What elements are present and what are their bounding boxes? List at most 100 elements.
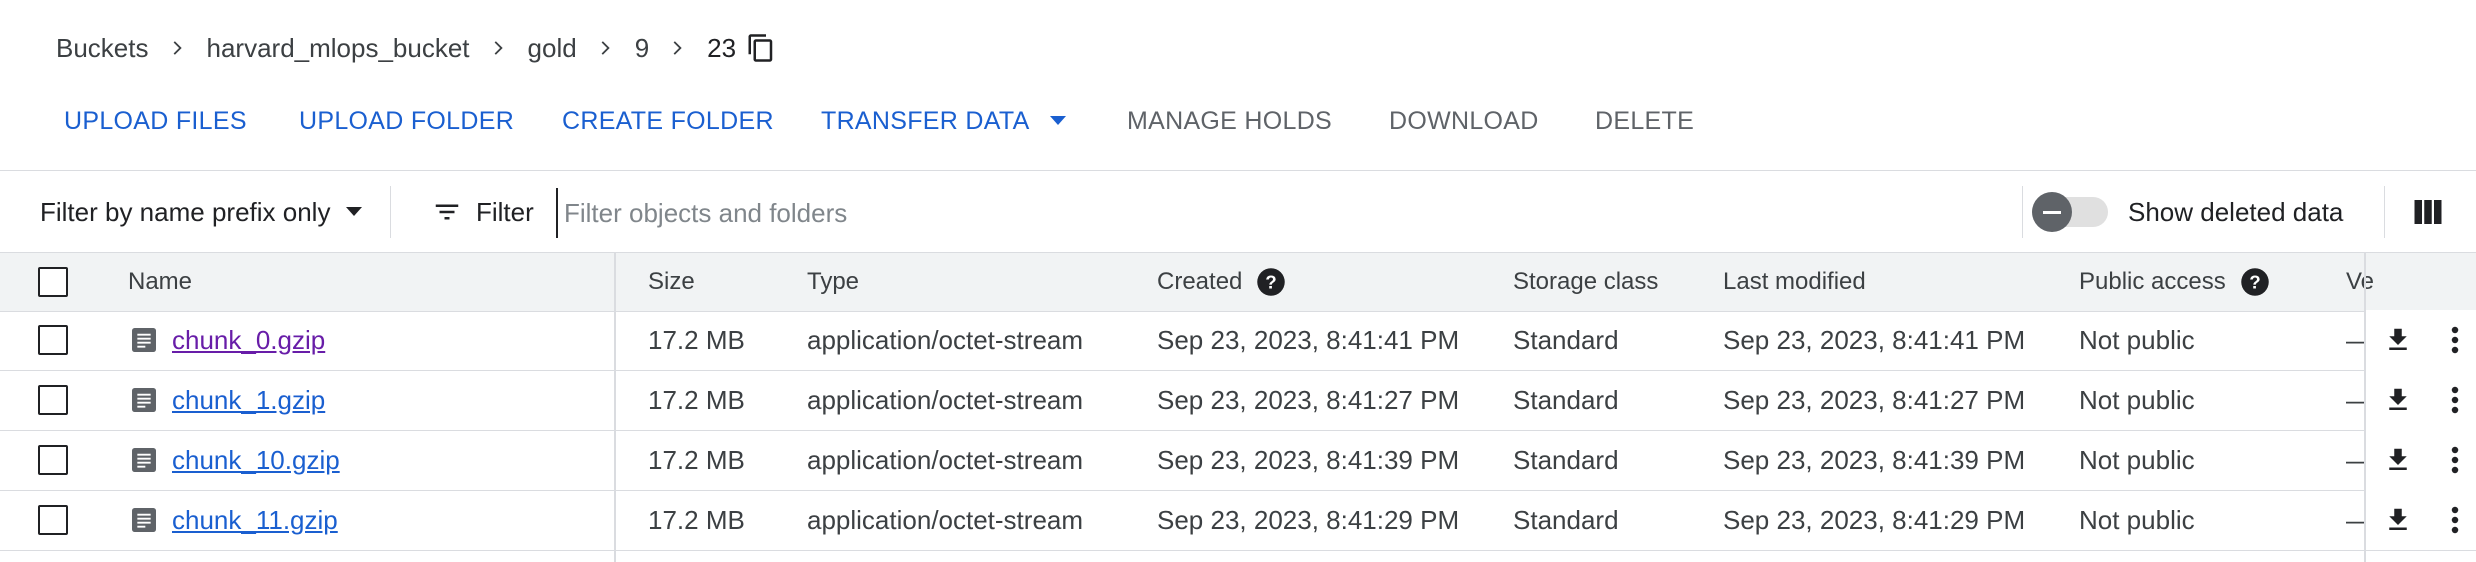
column-header-public-access-label: Public access [2079,268,2226,295]
table-row: chunk_1.gzip 17.2 MB application/octet-s… [0,370,2476,431]
column-header-name[interactable]: Name [128,253,192,311]
toggle-knob [2032,192,2072,232]
row-checkbox[interactable] [38,325,68,355]
column-header-public-access[interactable]: Public access ? [2079,253,2270,311]
view-column-icon[interactable] [2410,194,2446,230]
last-modified-cell: Sep 23, 2023, 8:41:29 PM [1723,504,2026,535]
table-row: chunk_11.gzip 17.2 MB application/octet-… [0,490,2476,551]
file-icon [128,504,160,536]
size-cell: 17.2 MB [648,444,745,475]
file-icon [128,444,160,476]
breadcrumb-folder-9[interactable]: 9 [635,33,649,64]
column-divider[interactable] [614,252,616,562]
more-vert-icon[interactable] [2440,442,2470,478]
column-header-created[interactable]: Created ? [1157,253,1286,311]
arrow-drop-down-icon [1048,115,1068,127]
last-modified-cell: Sep 23, 2023, 8:41:41 PM [1723,324,2026,355]
upload-files-button[interactable]: UPLOAD FILES [64,98,247,144]
filter-label: Filter [476,196,534,227]
type-cell: application/octet-stream [807,504,1084,535]
filter-bar: Filter by name prefix only Filter Show d… [0,172,2476,252]
chevron-right-icon [470,37,528,59]
show-deleted-toggle[interactable]: Show deleted data [2032,172,2344,252]
delete-button[interactable]: DELETE [1595,98,1694,144]
storage-class-cell: Standard [1513,504,1619,535]
column-header-type[interactable]: Type [807,253,859,311]
select-all-checkbox[interactable] [38,267,68,297]
more-vert-icon[interactable] [2440,382,2470,418]
action-toolbar: UPLOAD FILES UPLOAD FOLDER CREATE FOLDER… [0,98,2476,144]
filter-input[interactable] [556,188,1966,238]
divider [390,186,391,238]
table-row: chunk_10.gzip 17.2 MB application/octet-… [0,430,2476,491]
row-checkbox[interactable] [38,385,68,415]
file-name-link[interactable]: chunk_0.gzip [172,325,325,356]
column-header-last-modified[interactable]: Last modified [1723,253,1866,311]
type-cell: application/octet-stream [807,384,1084,415]
divider [0,170,2476,171]
create-folder-button[interactable]: CREATE FOLDER [562,98,774,144]
column-header-version[interactable]: Ve [2346,253,2374,311]
storage-class-cell: Standard [1513,324,1619,355]
download-icon[interactable] [2380,442,2416,478]
name-cell: chunk_11.gzip [128,490,338,550]
file-icon [128,324,160,356]
svg-text:?: ? [1266,271,1277,292]
filter-mode-select[interactable]: Filter by name prefix only [40,172,364,252]
column-header-created-label: Created [1157,268,1243,295]
download-icon[interactable] [2380,322,2416,358]
size-cell: 17.2 MB [648,324,745,355]
arrow-drop-down-icon [344,206,364,218]
filter-button[interactable]: Filter [432,172,534,252]
file-name-link[interactable]: chunk_11.gzip [172,505,338,536]
download-icon[interactable] [2380,382,2416,418]
more-vert-icon[interactable] [2440,502,2470,538]
storage-class-cell: Standard [1513,384,1619,415]
public-access-cell: Not public [2079,324,2195,355]
type-cell: application/octet-stream [807,324,1084,355]
column-header-storage-class[interactable]: Storage class [1513,253,1658,311]
chevron-right-icon [149,37,207,59]
filter-mode-label: Filter by name prefix only [40,196,331,227]
manage-holds-button[interactable]: MANAGE HOLDS [1127,98,1332,144]
last-modified-cell: Sep 23, 2023, 8:41:39 PM [1723,444,2026,475]
transfer-data-button[interactable]: TRANSFER DATA [821,98,1068,144]
toggle-track [2032,192,2108,232]
more-vert-icon[interactable] [2440,322,2470,358]
created-cell: Sep 23, 2023, 8:41:27 PM [1157,384,1460,415]
sticky-column-divider [2364,252,2366,562]
copy-icon[interactable] [746,33,776,63]
row-checkbox[interactable] [38,505,68,535]
size-cell: 17.2 MB [648,504,745,535]
divider [2022,186,2023,238]
created-cell: Sep 23, 2023, 8:41:39 PM [1157,444,1460,475]
breadcrumb-buckets[interactable]: Buckets [56,33,149,64]
public-access-cell: Not public [2079,384,2195,415]
transfer-data-label: TRANSFER DATA [821,106,1030,135]
table-row: chunk_0.gzip 17.2 MB application/octet-s… [0,310,2476,371]
objects-table: Name Size Type Created ? Storage class L… [0,252,2476,562]
column-header-size[interactable]: Size [648,253,695,311]
file-icon [128,384,160,416]
download-icon[interactable] [2380,502,2416,538]
size-cell: 17.2 MB [648,384,745,415]
name-cell: chunk_10.gzip [128,430,340,490]
last-modified-cell: Sep 23, 2023, 8:41:27 PM [1723,384,2026,415]
svg-text:?: ? [2249,271,2260,292]
breadcrumb-folder-gold[interactable]: gold [528,33,577,64]
breadcrumb-current: 23 [707,32,737,63]
help-icon[interactable]: ? [1256,267,1286,297]
help-icon[interactable]: ? [2240,267,2270,297]
public-access-cell: Not public [2079,444,2195,475]
filter-list-icon [435,204,459,220]
row-checkbox[interactable] [38,445,68,475]
name-cell: chunk_1.gzip [128,370,325,430]
breadcrumb-bucket[interactable]: harvard_mlops_bucket [207,33,470,64]
show-deleted-label: Show deleted data [2128,196,2344,227]
file-name-link[interactable]: chunk_10.gzip [172,445,340,476]
upload-folder-button[interactable]: UPLOAD FOLDER [299,98,514,144]
file-name-link[interactable]: chunk_1.gzip [172,385,325,416]
divider [2384,186,2385,238]
download-button[interactable]: DOWNLOAD [1389,98,1539,144]
chevron-right-icon [649,37,707,59]
